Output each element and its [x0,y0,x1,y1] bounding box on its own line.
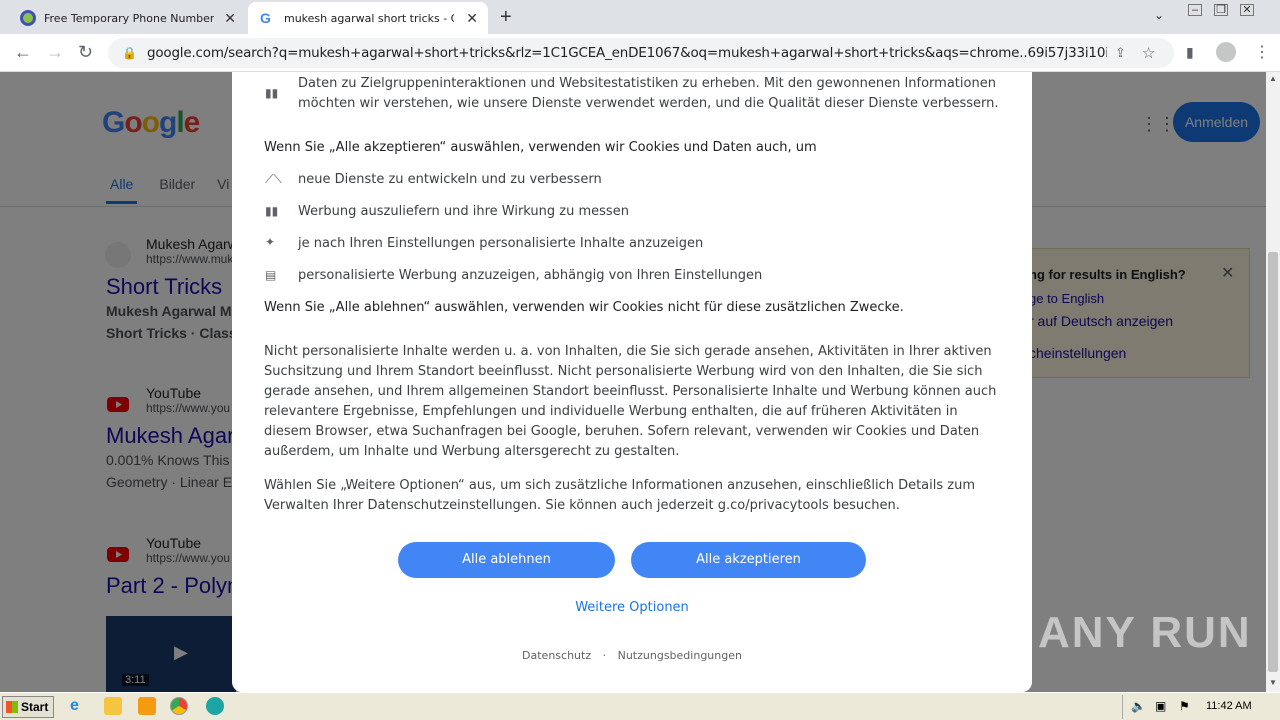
back-icon[interactable]: ← [14,42,32,63]
side-panel-icon[interactable]: ▮ [1186,44,1194,61]
scroll-up-icon[interactable]: ▲ [1269,74,1277,83]
accept-heading: Wenn Sie „Alle akzeptieren“ auswählen, v… [264,140,817,155]
reject-all-button[interactable]: Alle ablehnen [398,542,615,578]
start-label: Start [21,700,49,714]
reject-text: Wenn Sie „Alle ablehnen“ auswählen, verw… [264,300,904,315]
bar-chart-icon: ▮▮ [265,86,279,100]
reload-icon[interactable]: ↻ [78,42,93,63]
trend-icon: ⟋⟍ [265,172,282,186]
options-paragraph: Verwalten Ihrer Datenschutzeinstellungen… [264,498,900,513]
chrome-icon[interactable] [170,697,188,715]
sparkle-icon: ✦ [265,235,276,249]
info-paragraph: gerade ansehen, und Ihrem allgemeinen St… [264,384,997,399]
new-tab-icon[interactable]: + [500,6,512,29]
start-button[interactable]: Start [2,696,54,718]
site-favicon-icon [20,10,36,26]
scroll-down-icon[interactable]: ▼ [1269,678,1277,687]
url-text: google.com/search?q=mukesh+agarwal+short… [146,45,1107,61]
scrollbar-thumb[interactable] [1268,252,1278,672]
menu-icon[interactable]: ⋮ [1254,42,1270,62]
minimize-icon[interactable]: – [1188,4,1202,16]
info-paragraph: Nicht personalisierte Inhalte werden u. … [264,344,992,359]
system-tray: 🔈 ▣ ⚑ [1122,695,1280,719]
intro-text: Daten zu Zielgruppeninteraktionen und We… [298,76,996,91]
terms-link[interactable]: Nutzungsbedingungen [618,649,742,662]
scrollbar[interactable]: ▲ ▼ [1266,72,1280,692]
info-paragraph: relevantere Ergebnisse, Empfehlungen und… [264,404,958,419]
bullet-text: je nach Ihren Einstellungen personalisie… [298,236,704,251]
options-paragraph: Wählen Sie „Weitere Optionen“ aus, um si… [264,478,976,493]
cookie-consent-dialog: ▮▮ Daten zu Zielgruppeninteraktionen und… [232,72,1032,692]
info-paragraph: außerdem, um Inhalte und Werbung altersg… [264,444,680,459]
privacy-link[interactable]: Datenschutz [522,649,591,662]
more-options-link[interactable]: Weitere Optionen [232,600,1032,615]
restore-icon[interactable]: ❐ [1214,4,1228,16]
profile-avatar-icon[interactable] [1216,42,1236,62]
browser-toolbar: ← → ↻ 🔒 google.com/search?q=mukesh+agarw… [0,34,1280,72]
tab-search-icon[interactable]: ⌄ [1154,8,1164,22]
info-paragraph: diesem Browser, etwa Suchanfragen bei Go… [264,424,980,439]
flag-icon[interactable]: ⚑ [1179,699,1190,713]
info-paragraph: Suchsitzung und Ihrem Standort beeinflus… [264,364,983,379]
media-player-icon[interactable] [138,697,156,715]
ad-icon: ▤ [265,268,277,282]
accept-all-button[interactable]: Alle akzeptieren [631,542,866,578]
close-window-icon[interactable]: ✕ [1240,4,1254,16]
windows-logo-icon [6,701,18,713]
bullet-text: neue Dienste zu entwickeln und zu verbes… [298,172,602,187]
close-icon[interactable]: ✕ [224,10,236,27]
intro-text: möchten wir verstehen, wie unsere Dienst… [298,96,999,111]
tab-title: Free Temporary Phone Numbers for... [44,11,214,25]
ie-icon[interactable]: e [70,697,88,715]
volume-icon[interactable]: 🔈 [1131,699,1146,713]
edge-icon[interactable] [206,697,224,715]
tab-strip: Free Temporary Phone Numbers for... ✕ G … [0,0,1280,34]
tab-title: mukesh agarwal short tricks - Google... [284,11,454,25]
dialog-footer: Datenschutz · Nutzungsbedingungen [232,649,1032,662]
taskbar: Start e 🔈 ▣ ⚑ 11:42 AM [0,692,1280,720]
lock-icon[interactable]: 🔒 [122,46,137,60]
close-icon[interactable]: ✕ [466,10,478,27]
share-icon[interactable]: ⇪ [1115,45,1126,61]
address-bar[interactable]: 🔒 google.com/search?q=mukesh+agarwal+sho… [108,38,1174,68]
bullet-text: Werbung auszuliefern und ihre Wirkung zu… [298,204,629,219]
network-icon[interactable]: ▣ [1155,699,1166,713]
anyrun-watermark: ANY RUN [1038,608,1252,657]
folder-icon[interactable] [104,697,122,715]
bar-chart-icon: ▮▮ [265,204,279,218]
google-favicon-icon: G [260,10,271,26]
tab-phone-numbers[interactable]: Free Temporary Phone Numbers for... ✕ [8,2,246,34]
clock: 11:42 AM [1206,700,1252,712]
tab-google-search[interactable]: G mukesh agarwal short tricks - Google..… [248,2,488,34]
forward-icon[interactable]: → [46,42,64,63]
bookmark-star-icon[interactable]: ☆ [1142,44,1155,62]
footer-separator: · [602,649,607,662]
bullet-text: personalisierte Werbung anzuzeigen, abhä… [298,268,763,283]
